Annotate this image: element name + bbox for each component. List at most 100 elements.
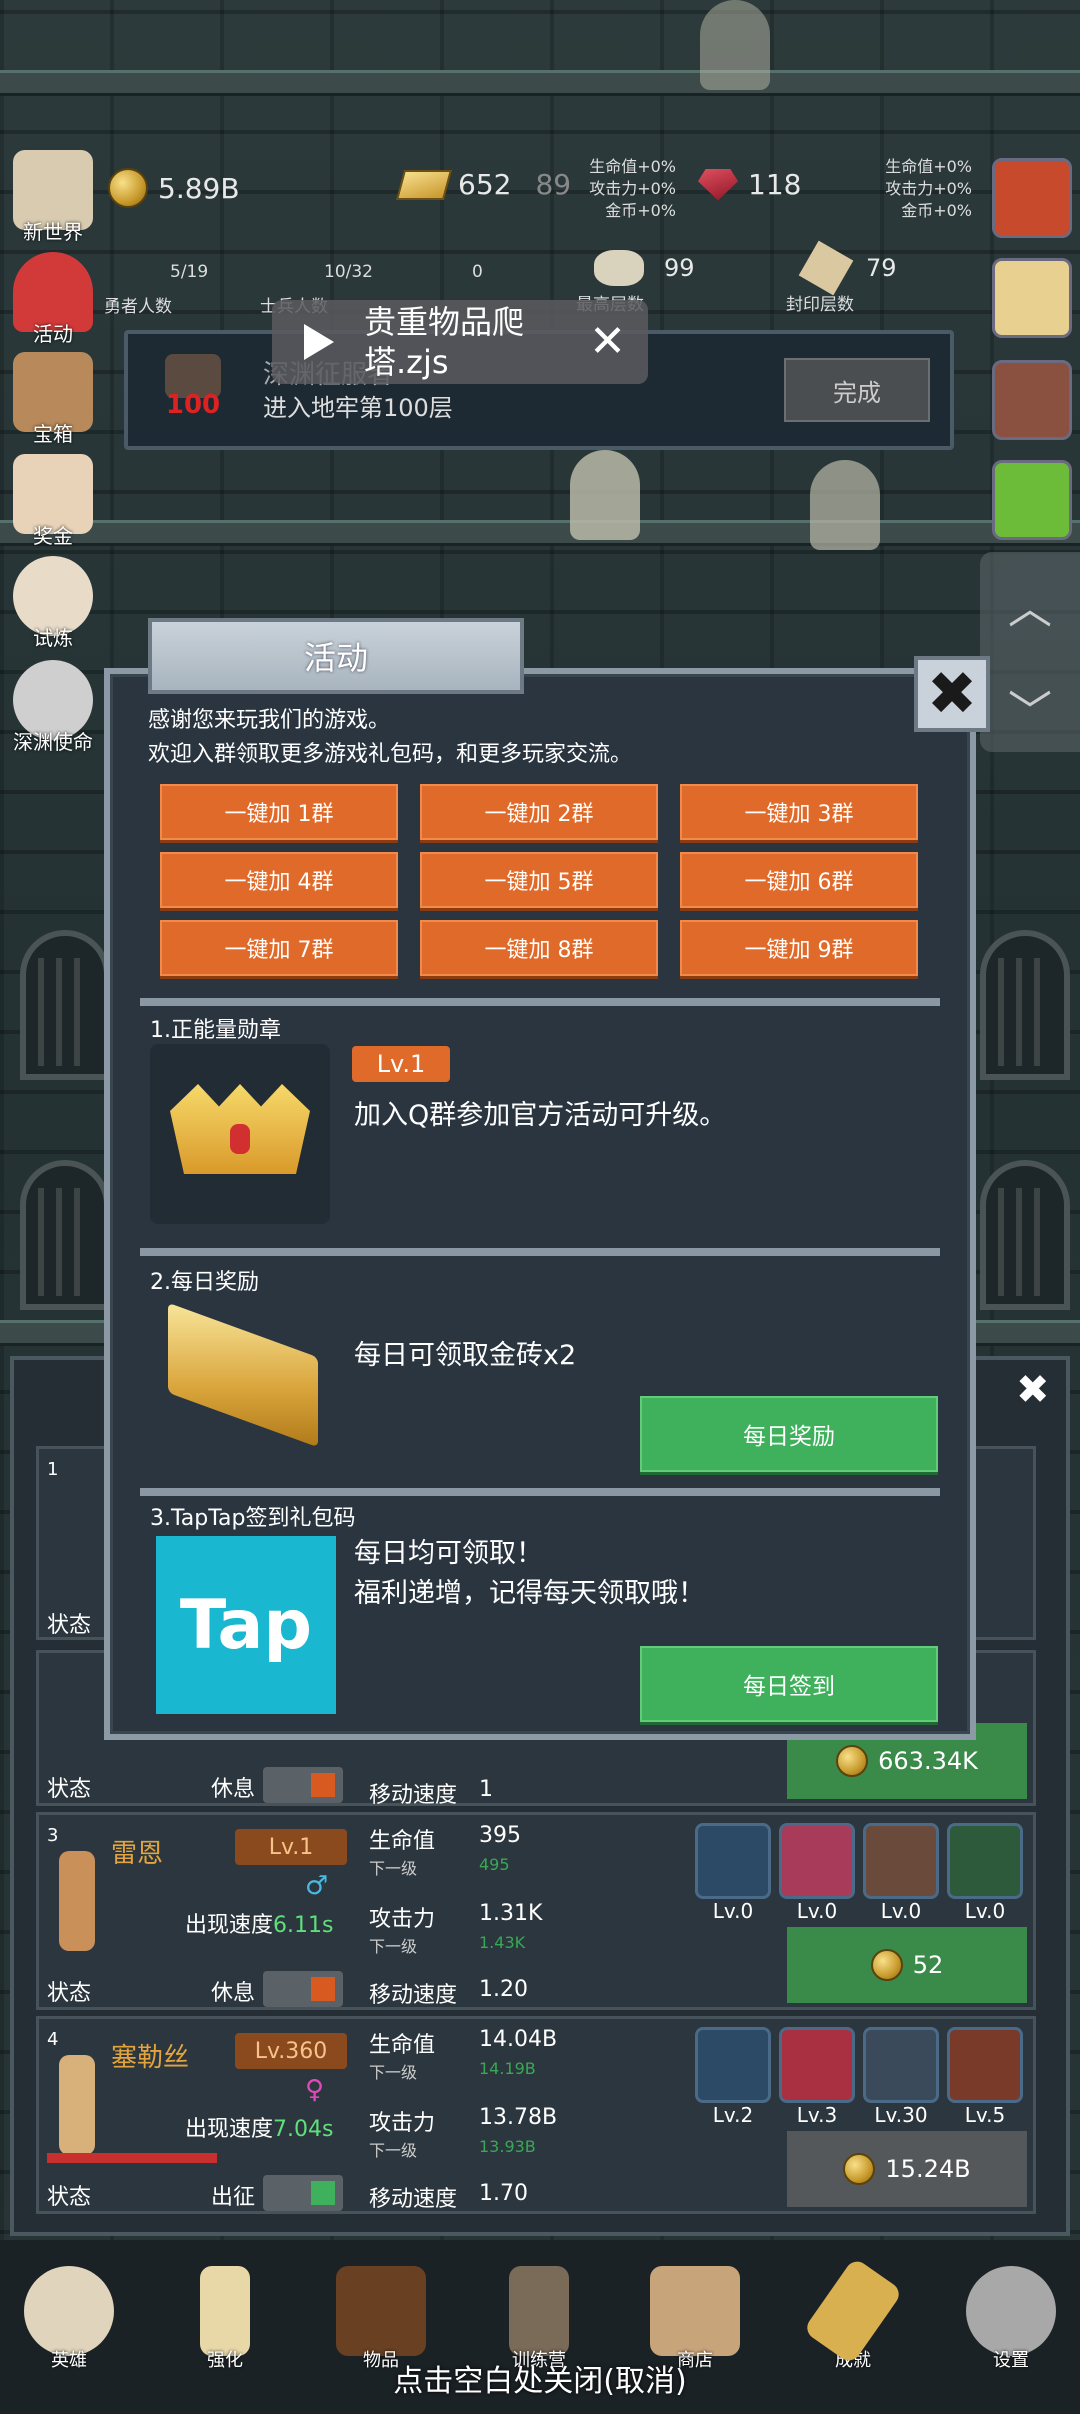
boot-skill-icon[interactable]: [863, 2027, 939, 2103]
modal-intro: 感谢您来玩我们的游戏。 欢迎入群领取更多游戏礼包码，和更多玩家交流。: [148, 708, 633, 767]
beer-mug-icon: [650, 2266, 740, 2356]
chevron-up-icon[interactable]: ︿: [980, 572, 1080, 636]
female-icon: ♀: [305, 2075, 325, 2105]
boot-skill-icon[interactable]: [863, 1823, 939, 1899]
shield-skill-icon[interactable]: [695, 2027, 771, 2103]
divider: [140, 1488, 940, 1496]
hero-row-3: 3 雷恩 Lv.1 ♂ 出现速度6.11s 状态 休息 生命值 395 下一级 49…: [36, 1812, 1036, 2010]
daily-reward-description: 每日可领取金砖x2: [354, 1340, 577, 1371]
close-icon[interactable]: ✖: [1016, 1370, 1052, 1410]
join-group-5-button[interactable]: 一键加 5群: [420, 852, 658, 908]
floor-band: [0, 520, 1080, 546]
apple-icon[interactable]: [992, 158, 1072, 238]
medal-image: [150, 1044, 330, 1224]
join-group-9-button[interactable]: 一键加 9群: [680, 920, 918, 976]
third-count: 0: [472, 262, 483, 282]
menu-trial[interactable]: 试炼: [8, 556, 98, 651]
gem-counter: 118: [698, 168, 801, 201]
medal-level-badge: Lv.1: [352, 1046, 450, 1082]
blade-skill-icon[interactable]: [779, 1823, 855, 1899]
hero-avatar: [59, 2055, 95, 2155]
gear-icon: [966, 2266, 1056, 2356]
sword-skill-icon[interactable]: [695, 1823, 771, 1899]
fang-skill-icon[interactable]: [779, 2027, 855, 2103]
daily-reward-button[interactable]: 每日奖励: [640, 1396, 938, 1472]
achievement-badge: 100: [158, 354, 228, 424]
modal-title: 活动: [148, 618, 524, 694]
ghost-enemy: [810, 460, 880, 550]
join-group-6-button[interactable]: 一键加 6群: [680, 852, 918, 908]
scroll-arrows[interactable]: ︿ ﹀: [980, 552, 1080, 752]
beast-skill-icon[interactable]: [947, 1823, 1023, 1899]
upgrade-cost-button[interactable]: 52: [787, 1927, 1027, 2003]
menu-bonus[interactable]: 奖金: [8, 454, 98, 549]
rest-toggle[interactable]: [263, 1767, 343, 1803]
ghost-enemy: [700, 0, 770, 90]
section-title: 1.正能量勋章: [150, 1018, 281, 1043]
candle-icon: [200, 2266, 250, 2356]
join-group-1-button[interactable]: 一键加 1群: [160, 784, 398, 840]
menu-activity[interactable]: 活动: [8, 252, 98, 347]
rest-toggle[interactable]: [263, 1971, 343, 2007]
medal-description: 加入Q群参加官方活动可升级。: [354, 1100, 727, 1131]
deploy-toggle[interactable]: [263, 2175, 343, 2211]
close-icon[interactable]: ✕: [589, 316, 626, 367]
close-icon[interactable]: ✖: [914, 656, 990, 732]
ruby-gem-icon: [230, 1124, 250, 1154]
taptap-description: 每日均可领取！ 福利递增，记得每天领取哦！: [354, 1538, 705, 1609]
scroll-item-icon[interactable]: [992, 360, 1072, 440]
section-title: 3.TapTap签到礼包码: [150, 1506, 356, 1531]
candle-icon[interactable]: [992, 258, 1072, 338]
hero-avatar: [59, 1851, 95, 1951]
section-title: 2.每日奖励: [150, 1270, 259, 1295]
gold-coin-icon: [843, 2153, 876, 2185]
gold-coin-icon: [870, 1949, 903, 1981]
dungeon-door: [20, 930, 110, 1080]
menu-treasure[interactable]: 宝箱: [8, 352, 98, 447]
notification-text: 进入地牢第100层: [263, 394, 453, 422]
complete-button[interactable]: 完成: [784, 358, 930, 422]
gold-coin-icon: [836, 1745, 869, 1777]
goldbar-counter: 652 89: [395, 168, 571, 201]
heroes-label: 勇者人数: [104, 297, 172, 317]
bonus-stats-left: 生命值+0% 攻击力+0% 金币+0%: [589, 157, 676, 220]
gold-coin-icon: [108, 168, 148, 208]
stone-icon: [594, 250, 644, 286]
chevron-down-icon[interactable]: ﹀: [980, 676, 1080, 740]
floor-band: [0, 70, 1080, 96]
max-floor-counter: 99: [594, 250, 695, 286]
dungeon-door: [20, 1160, 110, 1310]
divider: [140, 1248, 940, 1256]
gold-bar-icon: [395, 169, 453, 200]
join-group-3-button[interactable]: 一键加 3群: [680, 784, 918, 840]
join-group-2-button[interactable]: 一键加 2群: [420, 784, 658, 840]
hero-row-4: 4 塞勒丝 Lv.360 ♀ 出现速度7.04s 状态 出征 生命值 14.04B…: [36, 2016, 1036, 2214]
ghost-enemy: [570, 450, 640, 540]
video-title: 贵重物品爬塔.zjs: [364, 303, 525, 381]
play-icon[interactable]: [304, 324, 334, 360]
hero-hp-bar: [47, 2153, 217, 2163]
video-popup[interactable]: 贵重物品爬塔.zjs ✕: [272, 300, 648, 384]
scroll-icon: [798, 240, 854, 296]
daily-checkin-button[interactable]: 每日签到: [640, 1646, 938, 1722]
taptap-logo: Tap: [156, 1536, 336, 1714]
menu-new-world[interactable]: 新世界: [8, 150, 98, 245]
bonus-stats-right: 生命值+0% 攻击力+0% 金币+0%: [885, 157, 972, 220]
join-group-8-button[interactable]: 一键加 8群: [420, 920, 658, 976]
divider: [140, 998, 940, 1006]
menu-abyss-mission[interactable]: 深渊使命: [8, 660, 98, 755]
fire-skill-icon[interactable]: [947, 2027, 1023, 2103]
upgrade-cost-button[interactable]: 15.24B: [787, 2131, 1027, 2207]
join-group-7-button[interactable]: 一键加 7群: [160, 920, 398, 976]
male-icon: ♂: [305, 1871, 329, 1901]
gold-counter: 5.89B: [108, 168, 240, 208]
dungeon-door: [980, 1160, 1070, 1310]
lantern-icon: [509, 2266, 569, 2356]
dungeon-door: [980, 930, 1070, 1080]
seal-floor-label: 封印层数: [786, 295, 854, 315]
skull-icon: [24, 2266, 114, 2356]
close-hint[interactable]: 点击空白处关闭(取消): [0, 2356, 1080, 2400]
soldiers-count: 10/32: [324, 262, 373, 282]
slime-icon[interactable]: [992, 460, 1072, 540]
join-group-4-button[interactable]: 一键加 4群: [160, 852, 398, 908]
